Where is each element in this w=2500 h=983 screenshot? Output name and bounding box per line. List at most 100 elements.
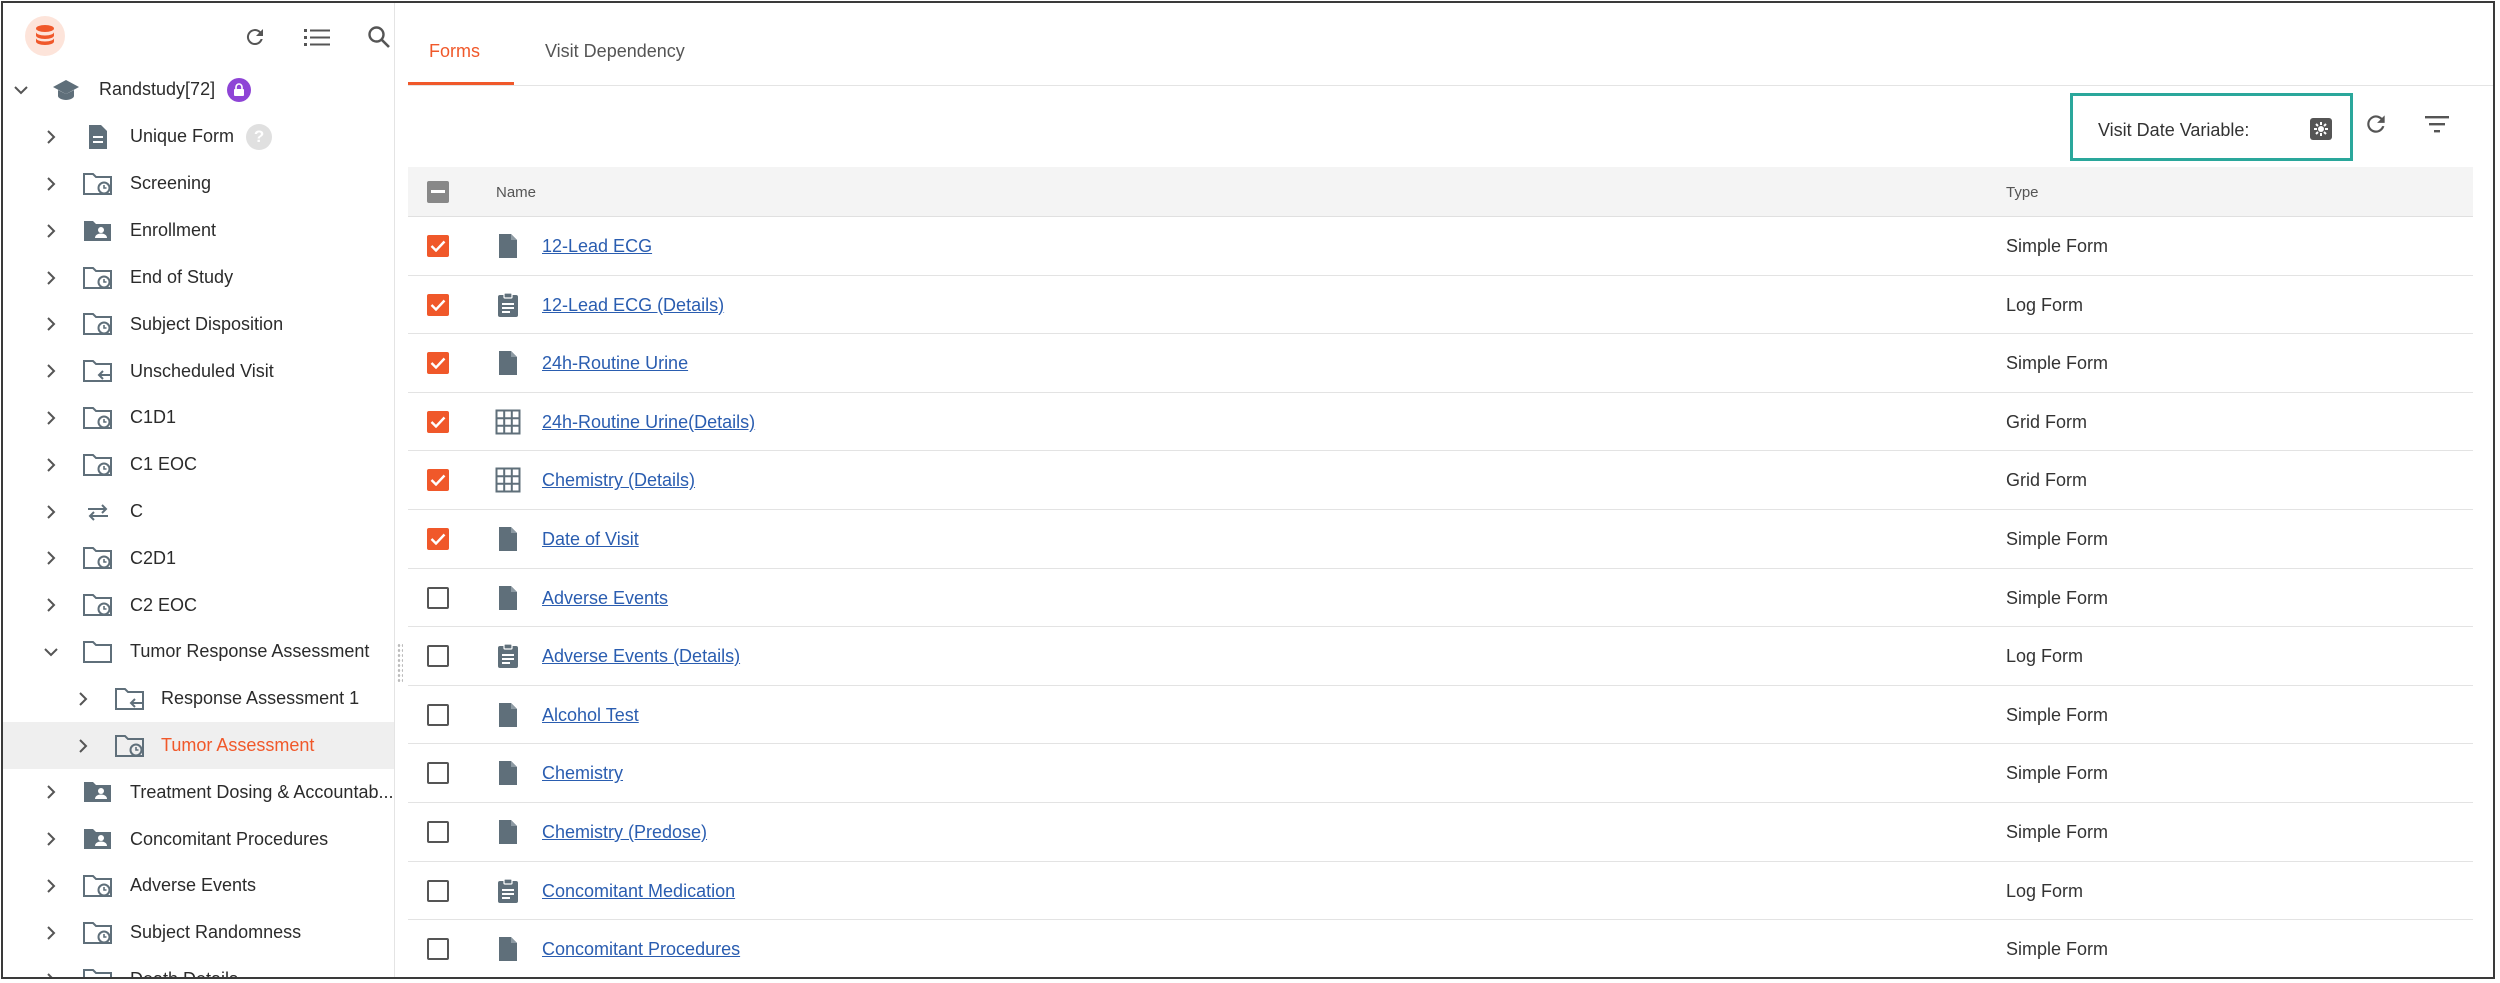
table-row[interactable]: Alcohol Test Simple Form xyxy=(408,686,2473,745)
tree-item-tumor-assessment[interactable]: Tumor Assessment xyxy=(3,722,394,769)
tree-item-c1d1[interactable]: C1D1 xyxy=(3,395,394,442)
chevron-right-icon[interactable] xyxy=(41,782,61,802)
tab-forms[interactable]: Forms xyxy=(429,41,480,62)
tree-item-concomitant-procedures[interactable]: Concomitant Procedures xyxy=(3,816,394,863)
chevron-right-icon[interactable] xyxy=(41,829,61,849)
form-name-link[interactable]: Concomitant Medication xyxy=(542,881,735,902)
chevron-right-icon[interactable] xyxy=(41,923,61,943)
form-name-link[interactable]: Adverse Events xyxy=(542,588,668,609)
search-icon[interactable] xyxy=(365,23,393,51)
tree-item-label: Unscheduled Visit xyxy=(130,360,274,381)
tree-item-screening[interactable]: Screening xyxy=(3,161,394,208)
resize-handle[interactable] xyxy=(397,643,403,683)
chevron-right-icon[interactable] xyxy=(41,970,61,977)
chevron-right-icon[interactable] xyxy=(41,876,61,896)
refresh-icon[interactable] xyxy=(2361,109,2391,139)
tree-item-tumor-response-assessment[interactable]: Tumor Response Assessment xyxy=(3,629,394,676)
row-checkbox[interactable] xyxy=(427,469,449,492)
tree-item-c2-eoc[interactable]: C2 EOC xyxy=(3,582,394,629)
row-checkbox[interactable] xyxy=(427,645,449,668)
refresh-icon[interactable] xyxy=(241,23,269,51)
form-name-link[interactable]: Chemistry (Predose) xyxy=(542,822,707,843)
chevron-right-icon[interactable] xyxy=(73,689,93,709)
tree-item-death-details[interactable]: Death Details xyxy=(3,956,394,977)
tree-item-unscheduled-visit[interactable]: Unscheduled Visit xyxy=(3,348,394,395)
gear-icon[interactable] xyxy=(2308,116,2334,142)
tree-item-treatment-dosing[interactable]: Treatment Dosing & Accountab... xyxy=(3,769,394,816)
column-header-type[interactable]: Type xyxy=(2006,184,2039,201)
tree-item-unique-form[interactable]: Unique Form? xyxy=(3,114,394,161)
row-checkbox[interactable] xyxy=(427,235,449,257)
form-name-link[interactable]: Concomitant Procedures xyxy=(542,939,740,960)
row-checkbox[interactable] xyxy=(427,938,449,961)
row-checkbox[interactable] xyxy=(427,586,449,609)
table-row[interactable]: 24h-Routine Urine(Details) Grid Form xyxy=(408,393,2473,452)
form-name-link[interactable]: Adverse Events (Details) xyxy=(542,646,740,667)
table-row[interactable]: Date of Visit Simple Form xyxy=(408,510,2473,569)
folder-person-icon xyxy=(83,824,113,854)
row-checkbox[interactable] xyxy=(427,410,449,433)
table-row[interactable]: 12-Lead ECG Simple Form xyxy=(408,217,2473,276)
table-row[interactable]: Chemistry (Details) Grid Form xyxy=(408,451,2473,510)
tree-item-subject-disposition[interactable]: Subject Disposition xyxy=(3,301,394,348)
chevron-right-icon[interactable] xyxy=(41,408,61,428)
table-row[interactable]: Concomitant Procedures Simple Form xyxy=(408,920,2473,977)
table-row[interactable]: Adverse Events Simple Form xyxy=(408,569,2473,628)
table-row[interactable]: Concomitant Medication Log Form xyxy=(408,862,2473,921)
list-icon[interactable] xyxy=(303,23,331,51)
chevron-right-icon[interactable] xyxy=(41,502,61,522)
tree-item-enrollment[interactable]: Enrollment xyxy=(3,207,394,254)
form-name-link[interactable]: 12-Lead ECG xyxy=(542,236,652,257)
form-name-link[interactable]: Chemistry (Details) xyxy=(542,470,695,491)
table-row[interactable]: 24h-Routine Urine Simple Form xyxy=(408,334,2473,393)
form-name-link[interactable]: Date of Visit xyxy=(542,529,639,550)
row-checkbox[interactable] xyxy=(427,527,449,550)
form-name-link[interactable]: 24h-Routine Urine(Details) xyxy=(542,412,755,433)
form-type: Simple Form xyxy=(2006,763,2109,784)
chevron-right-icon[interactable] xyxy=(41,548,61,568)
select-all-checkbox[interactable] xyxy=(427,181,449,203)
table-row[interactable]: Adverse Events (Details) Log Form xyxy=(408,627,2473,686)
tree-item-response-assessment-1[interactable]: Response Assessment 1 xyxy=(3,675,394,722)
row-checkbox[interactable] xyxy=(427,293,449,316)
filter-icon[interactable] xyxy=(2422,109,2452,139)
tree-item-label: Subject Randomness xyxy=(130,922,302,943)
chevron-right-icon[interactable] xyxy=(41,268,61,288)
row-checkbox[interactable] xyxy=(427,820,449,843)
chevron-down-icon[interactable] xyxy=(11,80,31,100)
chevron-right-icon[interactable] xyxy=(41,174,61,194)
help-icon[interactable]: ? xyxy=(246,124,273,151)
form-name-link[interactable]: 12-Lead ECG (Details) xyxy=(542,295,724,316)
form-name-link[interactable]: Chemistry xyxy=(542,763,623,784)
tree-item-subject-randomness[interactable]: Subject Randomness xyxy=(3,909,394,956)
tree-item-label: C2 EOC xyxy=(130,594,198,615)
study-tree: Randstudy[72] Unique Form? Screening Enr… xyxy=(3,67,394,977)
row-checkbox[interactable] xyxy=(427,352,449,375)
chevron-right-icon[interactable] xyxy=(73,736,93,756)
tab-visit-dependency[interactable]: Visit Dependency xyxy=(545,41,685,62)
chevron-down-icon[interactable] xyxy=(41,642,61,662)
tree-item-c[interactable]: C xyxy=(3,488,394,535)
row-checkbox[interactable] xyxy=(427,762,449,785)
row-checkbox[interactable] xyxy=(427,879,449,902)
chevron-right-icon[interactable] xyxy=(41,221,61,241)
tree-item-c1-eoc[interactable]: C1 EOC xyxy=(3,441,394,488)
chevron-right-icon[interactable] xyxy=(41,595,61,615)
visit-date-variable-box: Visit Date Variable: xyxy=(2070,93,2353,161)
chevron-right-icon[interactable] xyxy=(41,455,61,475)
form-name-link[interactable]: 24h-Routine Urine xyxy=(542,353,688,374)
row-checkbox[interactable] xyxy=(427,703,449,726)
table-row[interactable]: Chemistry Simple Form xyxy=(408,744,2473,803)
tree-item-end-of-study[interactable]: End of Study xyxy=(3,254,394,301)
chevron-right-icon[interactable] xyxy=(41,127,61,147)
table-row[interactable]: Chemistry (Predose) Simple Form xyxy=(408,803,2473,862)
form-name-link[interactable]: Alcohol Test xyxy=(542,705,639,726)
tree-item-adverse-events[interactable]: Adverse Events xyxy=(3,863,394,910)
tree-item-c2d1[interactable]: C2D1 xyxy=(3,535,394,582)
column-header-name[interactable]: Name xyxy=(496,184,536,201)
chevron-right-icon[interactable] xyxy=(41,361,61,381)
tree-item-label: Response Assessment 1 xyxy=(161,688,360,709)
tree-root-randstudy[interactable]: Randstudy[72] xyxy=(3,67,394,114)
table-row[interactable]: 12-Lead ECG (Details) Log Form xyxy=(408,276,2473,335)
chevron-right-icon[interactable] xyxy=(41,314,61,334)
